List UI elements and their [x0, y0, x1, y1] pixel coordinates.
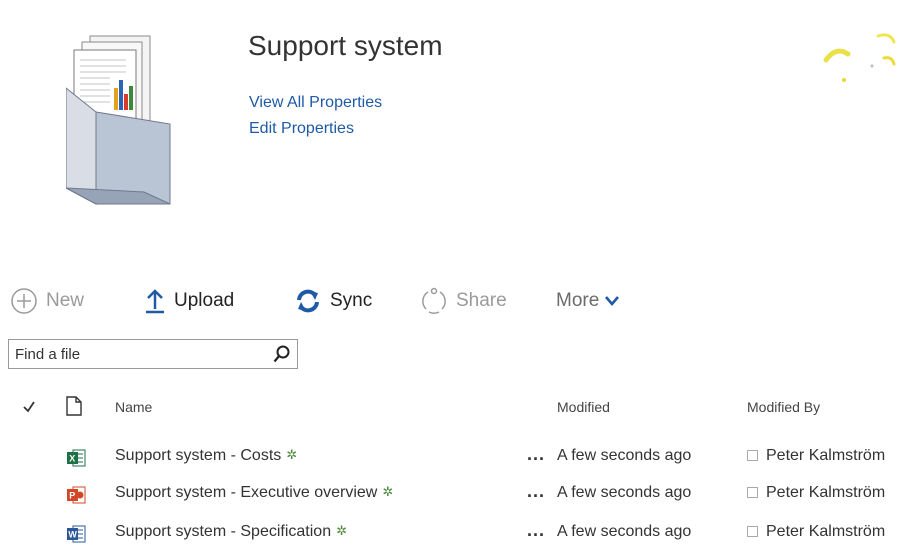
presence-icon	[747, 487, 758, 498]
new-button[interactable]: New	[10, 286, 84, 316]
add-circle-icon	[10, 287, 38, 315]
new-item-icon: ✲	[382, 484, 394, 499]
share-button[interactable]: Share	[420, 286, 507, 316]
list-item-name[interactable]: Support system - Costs ✲	[115, 447, 297, 465]
svg-text:W: W	[68, 530, 77, 540]
modified-value: A few seconds ago	[557, 523, 692, 540]
view-all-properties-link[interactable]: View All Properties	[249, 94, 382, 112]
new-label: New	[46, 290, 85, 311]
select-all-checkmark[interactable]	[22, 400, 36, 419]
file-name-link[interactable]: Support system - Costs	[115, 447, 281, 464]
share-icon	[420, 287, 448, 315]
share-label: Share	[456, 290, 507, 311]
modified-by-link[interactable]: Peter Kalmström	[766, 523, 885, 540]
column-header-name[interactable]: Name	[115, 399, 152, 415]
sync-button[interactable]: Sync	[294, 286, 372, 316]
upload-arrow-icon	[144, 288, 166, 314]
list-item-name[interactable]: Support system - Specification ✲	[115, 523, 347, 541]
sync-label: Sync	[330, 290, 373, 311]
sync-icon	[294, 288, 322, 314]
item-menu-button[interactable]: ...	[527, 481, 545, 502]
item-menu-button[interactable]: ...	[527, 444, 545, 465]
file-name-link[interactable]: Support system - Executive overview	[115, 484, 377, 501]
word-file-icon: W	[66, 523, 86, 550]
svg-text:X: X	[69, 454, 75, 464]
column-header-modified[interactable]: Modified	[557, 399, 610, 415]
page-title: Support system	[248, 30, 443, 61]
modified-by-link[interactable]: Peter Kalmström	[766, 484, 885, 501]
search-input[interactable]	[15, 344, 255, 364]
excel-file-icon: X	[66, 447, 86, 474]
file-name-link[interactable]: Support system - Specification	[115, 523, 331, 540]
upload-button[interactable]: Upload	[144, 286, 234, 316]
modified-by-link[interactable]: Peter Kalmström	[766, 447, 885, 464]
modified-value: A few seconds ago	[557, 484, 692, 501]
modified-by-cell: Peter Kalmström	[747, 523, 885, 541]
presence-icon	[747, 526, 758, 537]
chevron-down-icon	[605, 295, 620, 307]
modified-by-cell: Peter Kalmström	[747, 447, 885, 465]
list-item-name[interactable]: Support system - Executive overview ✲	[115, 484, 393, 502]
powerpoint-file-icon: P	[66, 484, 86, 511]
modified-by-cell: Peter Kalmström	[747, 484, 885, 502]
svg-text:P: P	[69, 491, 75, 501]
modified-value: A few seconds ago	[557, 447, 692, 464]
presence-icon	[747, 450, 758, 461]
edit-properties-link[interactable]: Edit Properties	[249, 120, 354, 138]
column-header-modified-by[interactable]: Modified By	[747, 399, 820, 415]
search-icon[interactable]	[273, 345, 291, 363]
more-label: More	[556, 290, 600, 311]
decoration-icon	[818, 22, 908, 102]
file-type-header-icon	[66, 396, 82, 421]
document-set-icon	[65, 28, 178, 208]
new-item-icon: ✲	[336, 523, 347, 538]
new-item-icon: ✲	[286, 447, 298, 462]
search-box	[8, 339, 298, 369]
item-menu-button[interactable]: ...	[527, 520, 545, 541]
upload-label: Upload	[174, 290, 235, 311]
more-button[interactable]: More	[556, 286, 620, 316]
